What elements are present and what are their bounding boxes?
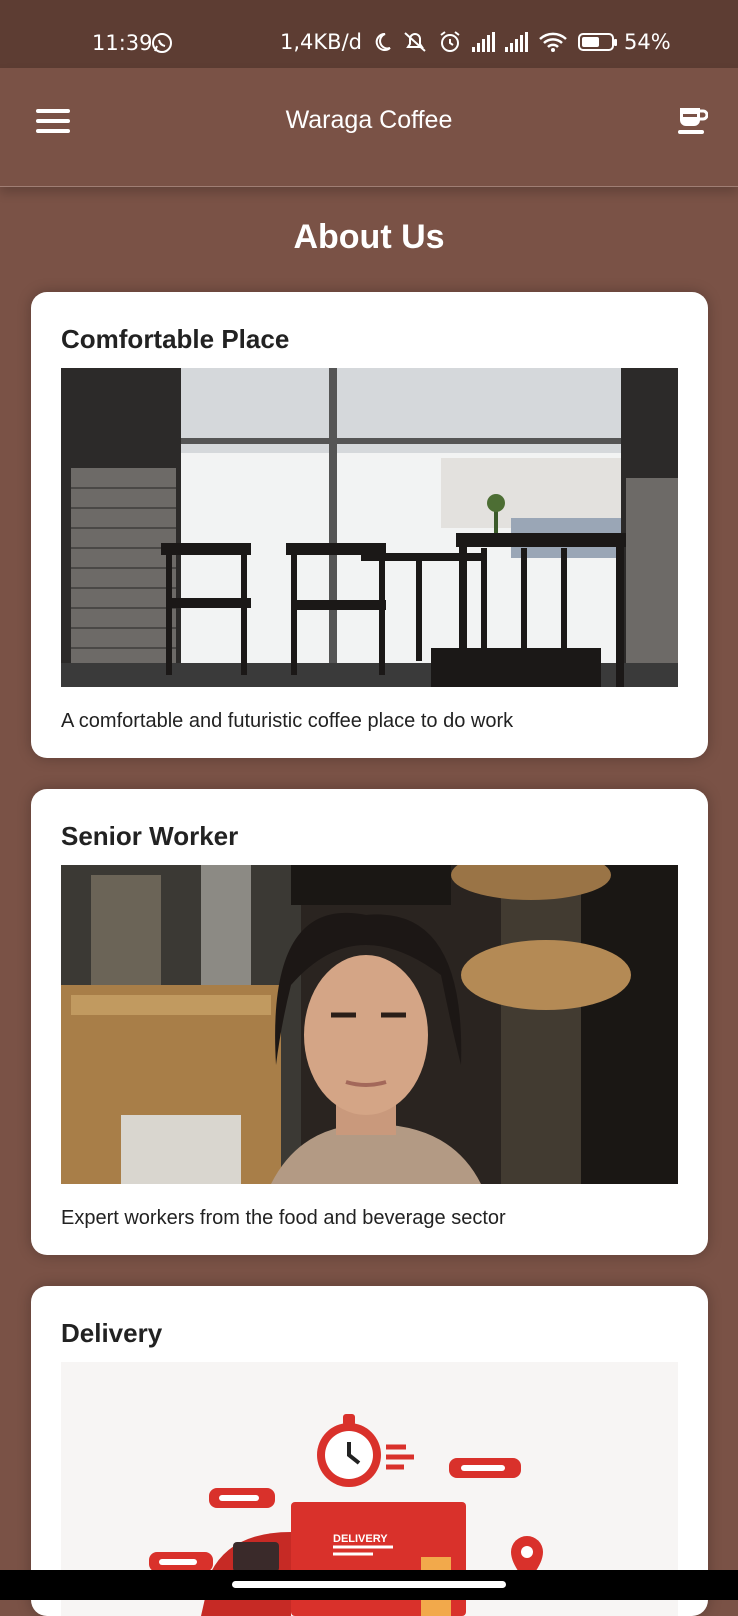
whatsapp-icon bbox=[151, 32, 173, 59]
battery-level: 54% bbox=[623, 30, 671, 54]
alarm-icon bbox=[440, 31, 460, 52]
app-bar: Waraga Coffee bbox=[0, 68, 738, 187]
card-title: Senior Worker bbox=[61, 821, 239, 851]
bell-off-icon bbox=[404, 32, 426, 52]
app-title: Waraga Coffee bbox=[285, 106, 453, 134]
barista-portrait-photo bbox=[61, 865, 678, 1184]
about-card: Comfortable Place A comfortable and futu… bbox=[31, 292, 708, 758]
home-indicator-bar bbox=[0, 1570, 738, 1600]
net-speed: 1,4KB/d bbox=[280, 30, 362, 54]
signal-icon bbox=[471, 32, 495, 52]
home-gesture-handle[interactable] bbox=[232, 1581, 506, 1588]
about-card: Senior Worker Expert workers from the fo… bbox=[31, 789, 708, 1255]
status-bar: 11:39 1,4KB/d 54% bbox=[0, 0, 738, 68]
truck-label: DELIVERY bbox=[333, 1533, 388, 1545]
card-title: Delivery bbox=[61, 1318, 163, 1348]
signal-icon bbox=[504, 32, 528, 52]
cafe-interior-photo bbox=[61, 368, 678, 687]
page-title: About Us bbox=[293, 218, 445, 256]
moon-icon bbox=[375, 32, 391, 51]
battery-icon bbox=[577, 33, 617, 51]
card-description: Expert workers from the food and beverag… bbox=[61, 1207, 506, 1229]
wifi-icon bbox=[539, 32, 567, 52]
card-title: Comfortable Place bbox=[61, 324, 290, 354]
card-description: A comfortable and futuristic coffee plac… bbox=[61, 710, 514, 732]
coffee-cup-icon[interactable] bbox=[678, 104, 709, 136]
about-card: Delivery DELIVERY bbox=[31, 1286, 708, 1616]
status-time: 11:39 bbox=[92, 31, 153, 55]
